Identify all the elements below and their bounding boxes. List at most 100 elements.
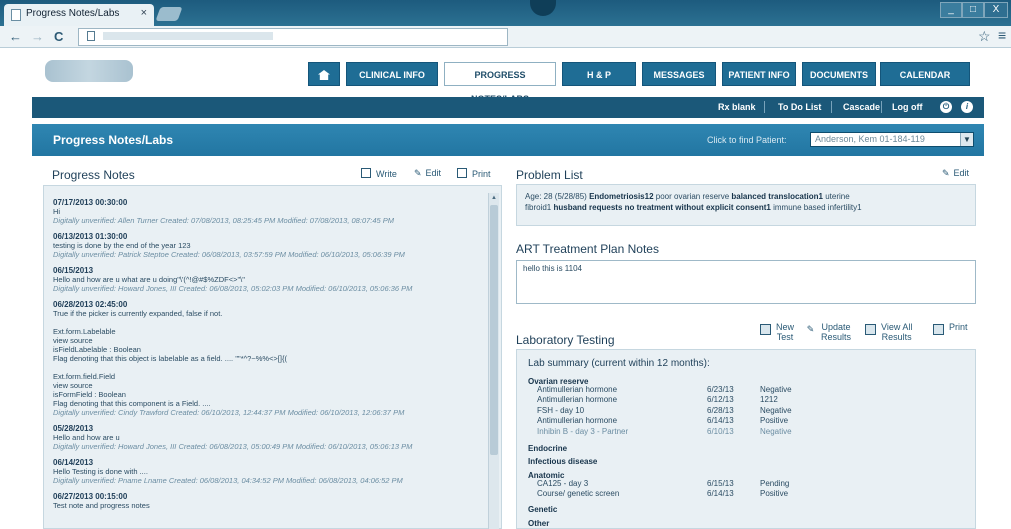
write-button[interactable]: Write	[361, 168, 397, 179]
lab-result-name: CA125 - day 3	[537, 479, 589, 488]
note-body: Hello Testing is done with ....	[53, 467, 148, 476]
update-label: Update	[821, 322, 851, 332]
edit-notes-button[interactable]: ✎ Edit	[414, 168, 441, 179]
view-all-label: View All	[881, 322, 913, 332]
cascade-link[interactable]: Cascade	[843, 102, 880, 112]
lab-summary-box: Lab summary (current within 12 months): …	[516, 349, 976, 529]
utility-bar: Rx blank To Do List Cascade Log off ⏻ i	[32, 97, 984, 118]
lab-result-date: 6/14/13	[707, 416, 734, 425]
lab-result-date: 6/10/13	[707, 427, 734, 436]
lab-result-date: 6/14/13	[707, 489, 734, 498]
progress-note-item[interactable]: 07/17/2013 00:30:00 Hi Digitally unverifie…	[53, 198, 488, 225]
tab-close-icon[interactable]: ×	[141, 7, 147, 19]
bookmark-star-icon[interactable]: ☆	[978, 28, 991, 45]
write-label: Write	[376, 169, 397, 179]
progress-note-item[interactable]: 06/27/2013 00:15:00 Test note and progres…	[53, 492, 488, 510]
new-tab-button[interactable]	[155, 7, 183, 21]
patient-select[interactable]: Anderson, Kem 01-184-119 ▼	[810, 132, 974, 147]
lab-result-name: Antimullerian hormone	[537, 385, 618, 394]
note-body: Hello and how are u	[53, 433, 120, 442]
print-label: Print	[949, 322, 968, 332]
lab-result-date: 6/15/13	[707, 479, 734, 488]
lab-result-result: Pending	[760, 479, 790, 488]
notes-scrollbar[interactable]: ▲	[488, 193, 499, 529]
todo-list-link[interactable]: To Do List	[778, 102, 821, 112]
printer-icon	[933, 324, 944, 335]
new-test-button[interactable]: New Test	[760, 322, 795, 342]
progress-note-item[interactable]: 06/14/2013 Hello Testing is done with ...…	[53, 458, 488, 485]
note-signature: Digitally unverified: Cindy Trawford Cre…	[53, 408, 405, 417]
lab-result-name: FSH - day 10	[537, 406, 585, 415]
note-date: 05/28/2013	[53, 424, 94, 433]
lab-summary-heading: Lab summary (current within 12 months):	[528, 358, 710, 369]
note-date: 06/14/2013	[53, 458, 94, 467]
progress-note-item[interactable]: 06/15/2013 Hello and how are u what are u…	[53, 266, 488, 293]
divider	[881, 101, 882, 113]
lab-result-name: Course/ genetic screen	[537, 489, 620, 498]
print-lab-button[interactable]: Print	[933, 322, 968, 335]
tab-documents[interactable]: DOCUMENTS	[802, 62, 876, 86]
profile-icon	[530, 0, 556, 16]
edit-label: Edit	[425, 168, 442, 178]
art-notes-title: ART Treatment Plan Notes	[516, 242, 659, 256]
view-results-icon	[865, 324, 876, 335]
minimize-button[interactable]: _	[940, 2, 962, 18]
browser-tab-bar: Progress Notes/Labs × _ □ X	[0, 0, 1011, 26]
art-notes-textarea[interactable]: hello this is 1104	[516, 260, 976, 304]
scrollbar-thumb[interactable]	[490, 205, 498, 455]
tab-messages[interactable]: MESSAGES	[642, 62, 716, 86]
home-button[interactable]	[308, 62, 340, 86]
note-body: Hello and how are u what are u doing"\'(…	[53, 275, 245, 284]
print-notes-button[interactable]: Print	[457, 168, 491, 179]
note-date: 06/27/2013 00:15:00	[53, 492, 128, 501]
reload-icon[interactable]: C	[54, 29, 63, 44]
find-patient-label: Click to find Patient:	[707, 135, 787, 145]
page-title-bar: Progress Notes/Labs Click to find Patien…	[32, 124, 984, 156]
note-date: 07/17/2013 00:30:00	[53, 198, 128, 207]
view-all-label: Results	[881, 332, 912, 342]
page-favicon-icon	[11, 9, 21, 21]
back-arrow-icon[interactable]: ←	[9, 29, 22, 44]
progress-note-item[interactable]: 06/28/2013 02:45:00 True if the picker is…	[53, 300, 488, 417]
home-icon	[318, 70, 330, 80]
printer-icon	[457, 168, 467, 178]
problem-line-2: fibroid1 husband requests no treatment w…	[525, 202, 967, 213]
tab-progress-notes-labs[interactable]: PROGRESS NOTES/LABS	[444, 62, 556, 104]
notes-container: 07/17/2013 00:30:00 Hi Digitally unverifie…	[53, 198, 488, 517]
lab-result-result: Positive	[760, 416, 789, 425]
address-bar[interactable]	[78, 28, 508, 46]
problem-item: fibroid1	[525, 203, 552, 212]
edit-problem-list-button[interactable]: ✎ Edit	[942, 168, 969, 179]
browser-menu-icon[interactable]: ≡	[998, 27, 1006, 43]
tab-patient-info[interactable]: PATIENT INFO	[722, 62, 796, 86]
note-body: testing is done by the end of the year 1…	[53, 241, 191, 250]
progress-note-item[interactable]: 05/28/2013 Hello and how are u Digitally u…	[53, 424, 488, 451]
note-date: 06/28/2013 02:45:00	[53, 300, 128, 309]
update-results-button[interactable]: ✎ Update Results	[807, 322, 851, 342]
lab-result-result: Negative	[760, 385, 792, 394]
log-off-link[interactable]: Log off	[892, 102, 923, 112]
close-window-button[interactable]: X	[984, 2, 1008, 18]
divider	[831, 101, 832, 113]
problem-item: husband requests no treatment without ex…	[553, 203, 771, 212]
progress-note-item[interactable]: 06/13/2013 01:30:00 testing is done by th…	[53, 232, 488, 259]
progress-notes-list[interactable]: 07/17/2013 00:30:00 Hi Digitally unverifie…	[43, 185, 502, 529]
tab-clinical-info[interactable]: CLINICAL INFO	[346, 62, 438, 86]
forward-arrow-icon[interactable]: →	[31, 29, 44, 44]
rx-blank-link[interactable]: Rx blank	[718, 102, 756, 112]
note-signature: Digitally unverified: Allen Turner Creat…	[53, 216, 395, 225]
tab-h-and-p[interactable]: H & P	[562, 62, 636, 86]
print-label: Print	[472, 169, 491, 179]
browser-tab[interactable]: Progress Notes/Labs ×	[4, 4, 154, 26]
lab-result-result: Negative	[760, 427, 792, 436]
power-icon[interactable]: ⏻	[940, 101, 952, 113]
note-signature: Digitally unverified: Patrick Steptoe Cr…	[53, 250, 405, 259]
problem-item: uterine	[825, 192, 850, 201]
new-test-label: New	[776, 322, 795, 332]
scroll-up-icon[interactable]: ▲	[491, 195, 497, 201]
help-icon[interactable]: i	[961, 101, 973, 113]
tab-calendar-wizard[interactable]: CALENDAR WIZARD	[880, 62, 970, 104]
chevron-down-icon[interactable]: ▼	[960, 133, 973, 146]
view-all-results-button[interactable]: View All Results	[865, 322, 913, 342]
maximize-button[interactable]: □	[962, 2, 984, 18]
